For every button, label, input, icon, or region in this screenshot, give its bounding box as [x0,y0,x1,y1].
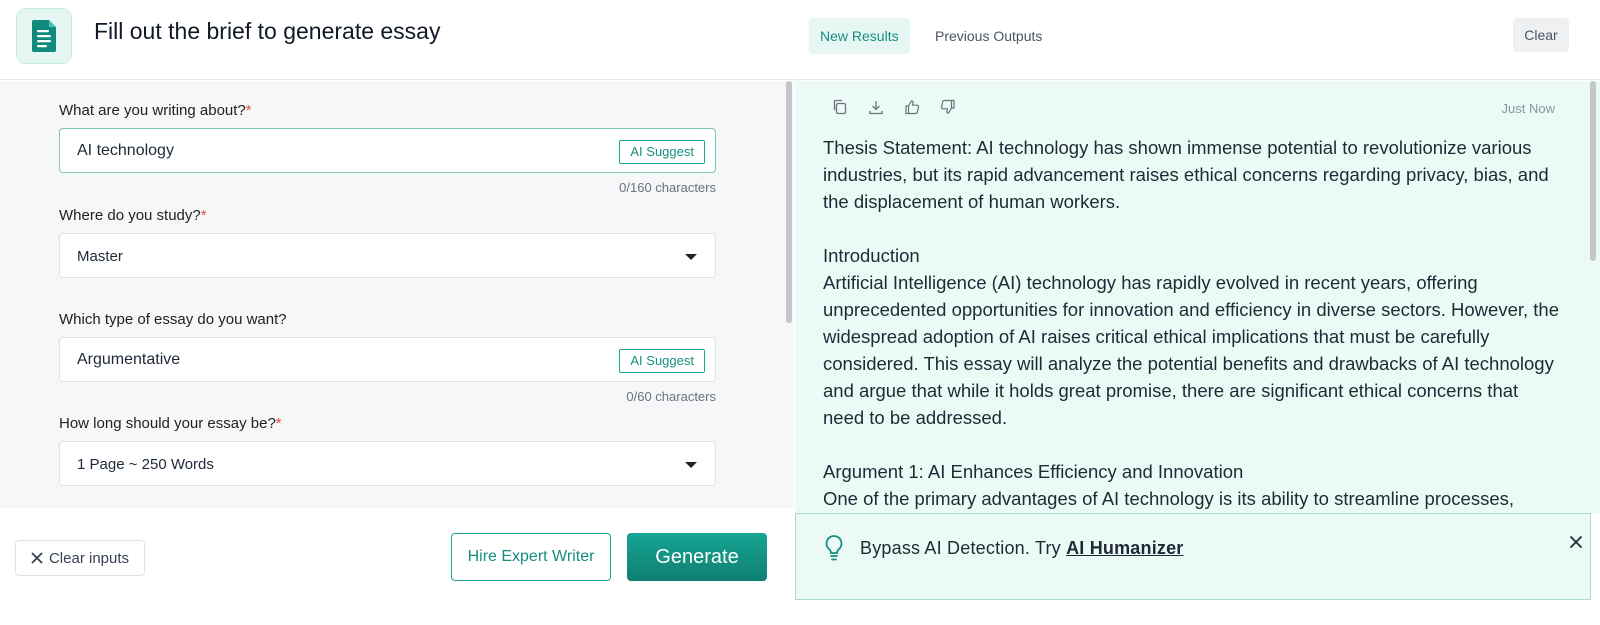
topic-label-text: What are you writing about? [59,102,246,119]
results-header: New Results Previous Outputs Clear [795,0,1600,80]
banner-message: Bypass AI Detection. Try AI Humanizer [860,538,1184,559]
humanizer-banner: Bypass AI Detection. Try AI Humanizer [795,513,1591,600]
topic-input-value: AI technology [77,142,174,159]
hire-expert-writer-button[interactable]: Hire Expert Writer [451,533,611,581]
argument-1-section: Argument 1: AI Enhances Efficiency and I… [823,458,1563,512]
length-select[interactable]: 1 Page ~ 250 Words [59,441,716,486]
lightbulb-icon [824,534,844,567]
thesis-paragraph: Thesis Statement: AI technology has show… [823,137,1549,212]
argument-1-body: One of the primary advantages of AI tech… [823,488,1515,509]
study-label: Where do you study?* [59,207,207,224]
results-panel: New Results Previous Outputs Clear Just … [795,0,1600,600]
result-content: Just Now Thesis Statement: AI technology… [795,81,1600,513]
topic-input[interactable]: AI technology AI Suggest [59,128,716,173]
topic-ai-suggest-button[interactable]: AI Suggest [619,140,705,164]
results-scrollbar[interactable] [1590,81,1596,261]
required-mark: * [245,102,252,119]
generate-button[interactable]: Generate [627,533,767,581]
ai-humanizer-link[interactable]: AI Humanizer [1066,538,1183,558]
bottom-strip [0,600,1600,625]
copy-icon[interactable] [831,98,849,116]
argument-1-heading: Argument 1: AI Enhances Efficiency and I… [823,461,1244,482]
brief-header: Fill out the brief to generate essay [0,0,794,80]
length-label: How long should your essay be?* [59,415,282,432]
tab-previous-outputs[interactable]: Previous Outputs [924,18,1053,54]
chevron-down-icon [685,462,697,468]
essay-type-input[interactable]: Argumentative AI Suggest [59,337,716,382]
required-mark: * [275,415,282,432]
study-select-value: Master [77,248,123,265]
close-icon [31,552,43,564]
chevron-down-icon [685,254,697,260]
introduction-body: Artificial Intelligence (AI) technology … [823,272,1559,428]
study-select[interactable]: Master [59,233,716,278]
banner-text: Bypass AI Detection. Try [860,538,1067,558]
introduction-section: Introduction Artificial Intelligence (AI… [823,242,1563,431]
topic-char-count: 0/160 characters [619,180,716,195]
result-timestamp: Just Now [1501,101,1555,116]
essay-type-label: Which type of essay do you want? [59,311,287,328]
thumbs-down-icon[interactable] [939,98,957,116]
clear-inputs-button[interactable]: Clear inputs [15,540,145,576]
tab-new-results[interactable]: New Results [809,18,910,54]
close-icon[interactable] [1566,532,1586,552]
essay-type-char-count: 0/60 characters [626,389,716,404]
thumbs-up-icon[interactable] [903,98,921,116]
result-actions [831,98,957,116]
form-scrollbar[interactable] [786,81,792,323]
essay-output: Thesis Statement: AI technology has show… [823,134,1563,513]
download-icon[interactable] [867,98,885,116]
introduction-heading: Introduction [823,245,920,266]
study-label-text: Where do you study? [59,207,201,224]
brief-panel: Fill out the brief to generate essay Wha… [0,0,794,600]
brief-form: What are you writing about?* AI technolo… [0,81,794,508]
essay-type-input-value: Argumentative [77,351,181,368]
length-label-text: How long should your essay be? [59,415,276,432]
topic-label: What are you writing about?* [59,102,252,119]
essay-type-ai-suggest-button[interactable]: AI Suggest [619,349,705,373]
clear-results-button[interactable]: Clear [1513,18,1569,52]
page-title: Fill out the brief to generate essay [94,18,441,44]
required-mark: * [200,207,207,224]
brief-footer: Clear inputs Hire Expert Writer Generate [0,508,794,600]
clear-inputs-label: Clear inputs [48,549,130,567]
length-select-value: 1 Page ~ 250 Words [77,456,214,473]
document-icon [16,8,72,64]
